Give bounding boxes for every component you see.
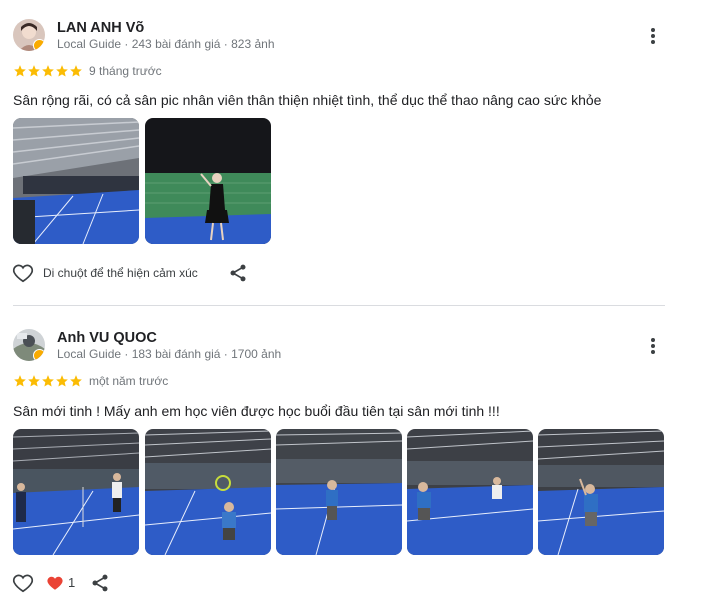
review-photo[interactable] xyxy=(407,429,533,555)
more-vert-icon xyxy=(651,338,655,342)
review-photo[interactable] xyxy=(145,118,271,244)
review-date: một năm trước xyxy=(89,374,169,388)
local-guide-badge-icon xyxy=(33,39,45,51)
review-card: LAN ANH Võ Local Guide · 243 bài đánh gi… xyxy=(0,0,709,305)
heart-filled-icon[interactable] xyxy=(46,574,64,592)
review-card: Anh VU QUOC Local Guide · 183 bài đánh g… xyxy=(0,310,709,608)
local-guide-badge-icon xyxy=(33,349,45,361)
review-text: Sân rộng rãi, có cả sân pic nhân viên th… xyxy=(13,92,602,108)
avatar[interactable] xyxy=(13,329,45,361)
heart-outline-icon[interactable] xyxy=(12,262,34,284)
review-photo[interactable] xyxy=(538,429,664,555)
review-date: 9 tháng trước xyxy=(89,64,162,78)
reviewer-meta: Local Guide · 183 bài đánh giá · 1700 ản… xyxy=(57,347,282,361)
star-icon xyxy=(14,65,26,77)
reviewer-name[interactable]: LAN ANH Võ xyxy=(57,20,144,36)
review-photo[interactable] xyxy=(145,429,271,555)
review-photo[interactable] xyxy=(13,118,139,244)
star-rating xyxy=(13,374,83,388)
review-divider xyxy=(13,305,665,306)
reviewer-name[interactable]: Anh VU QUOC xyxy=(57,330,157,346)
star-rating xyxy=(13,64,83,78)
star-icon xyxy=(14,375,26,387)
star-icon xyxy=(70,375,82,387)
reviewer-meta: Local Guide · 243 bài đánh giá · 823 ảnh xyxy=(57,37,275,51)
star-icon xyxy=(42,375,54,387)
share-icon[interactable] xyxy=(90,573,110,593)
more-options-button[interactable] xyxy=(641,334,665,358)
star-icon xyxy=(28,65,40,77)
star-icon xyxy=(70,65,82,77)
reaction-count: 1 xyxy=(68,575,76,590)
avatar[interactable] xyxy=(13,19,45,51)
star-icon xyxy=(56,375,68,387)
share-icon[interactable] xyxy=(228,263,248,283)
review-photo[interactable] xyxy=(13,429,139,555)
more-vert-icon xyxy=(651,28,655,32)
star-icon xyxy=(56,65,68,77)
reaction-hint: Di chuột để thể hiện cảm xúc xyxy=(43,266,198,280)
star-icon xyxy=(42,65,54,77)
more-options-button[interactable] xyxy=(641,24,665,48)
star-icon xyxy=(28,375,40,387)
review-text: Sân mới tinh ! Mấy anh em học viên được … xyxy=(13,403,500,419)
review-photo[interactable] xyxy=(276,429,402,555)
heart-outline-icon[interactable] xyxy=(12,572,34,594)
